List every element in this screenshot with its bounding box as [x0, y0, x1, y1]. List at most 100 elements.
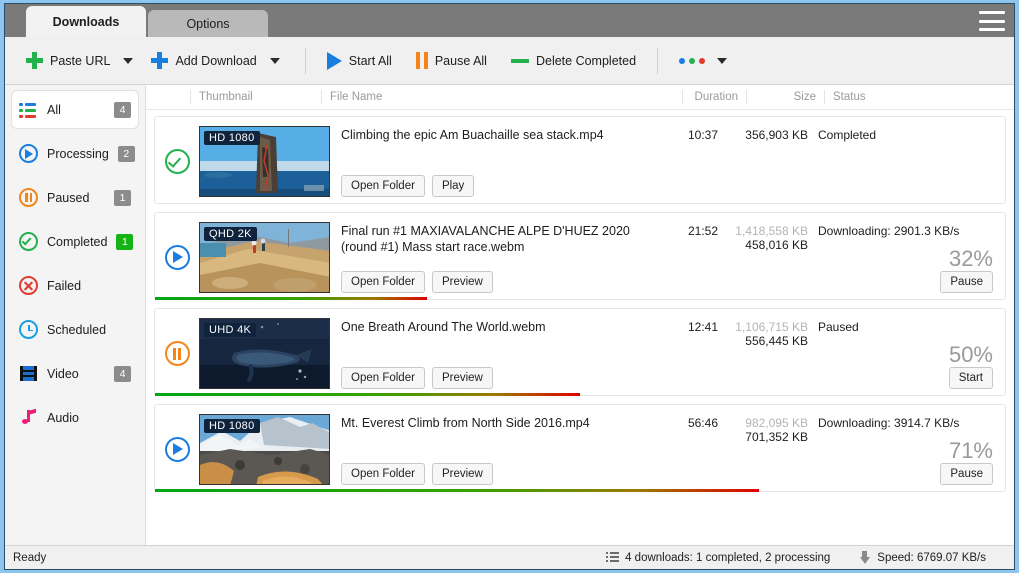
pause-icon[interactable] [164, 340, 190, 366]
sidebar-item-audio[interactable]: Audio [12, 399, 138, 436]
size-total: 356,903 KB [745, 128, 808, 142]
duration: 56:46 [687, 416, 718, 430]
sidebar-item-scheduled[interactable]: Scheduled [12, 311, 138, 348]
row-actions: Open Folder Play [341, 175, 475, 197]
pause-all-button[interactable]: Pause All [409, 47, 494, 74]
status-text: Completed [818, 128, 877, 142]
progress-bar [155, 489, 759, 492]
start-all-button[interactable]: Start All [320, 47, 399, 75]
film-icon [19, 364, 38, 383]
table-row[interactable]: HD 1080 Mt. Everest Climb from North Sid… [154, 404, 1006, 492]
status-cell: Completed [808, 126, 1005, 197]
row-state [155, 126, 199, 196]
sidebar-item-all[interactable]: All 4 [12, 91, 138, 128]
app-window: Downloads Options Paste URL Add Download… [4, 3, 1015, 570]
sidebar: All 4 Processing 2 Paused 1 Completed 1 … [5, 85, 146, 545]
file-name: One Breath Around The World.webm [341, 320, 546, 334]
download-list-panel: Thumbnail File Name Duration Size Status [146, 85, 1014, 545]
row-info: Climbing the epic Am Buachaille sea stac… [330, 126, 654, 197]
tab-strip: Downloads Options [5, 6, 268, 37]
column-header-file-name: File Name [321, 90, 682, 104]
sidebar-item-video[interactable]: Video 4 [12, 355, 138, 392]
check-icon [164, 148, 190, 174]
row-info: One Breath Around The World.webm Open Fo… [330, 318, 654, 389]
status-cell: Downloading: 2901.3 KB/s 32% Pause [808, 222, 1005, 293]
sidebar-item-completed[interactable]: Completed 1 [12, 223, 138, 260]
row-info: Final run #1 MAXIAVALANCHE ALPE D'HUEZ 2… [330, 222, 654, 293]
list-icon [606, 552, 620, 563]
tab-options[interactable]: Options [148, 10, 268, 37]
column-header-status: Status [824, 90, 1014, 104]
progress-bar [155, 297, 427, 300]
tab-downloads-label: Downloads [52, 14, 120, 29]
sidebar-item-audio-label: Audio [47, 410, 79, 425]
status-text: Downloading: 3914.7 KB/s [818, 416, 960, 430]
sidebar-item-all-label: All [47, 102, 61, 117]
progress-bar [155, 393, 580, 396]
duration: 21:52 [687, 224, 718, 238]
add-download-dropdown-icon[interactable] [269, 57, 280, 64]
start-button[interactable]: Start [948, 367, 993, 389]
preview-button[interactable]: Preview [431, 463, 493, 485]
check-icon [19, 232, 38, 251]
size-cell: 356,903 KB [718, 126, 808, 142]
preview-button[interactable]: Preview [431, 271, 493, 293]
error-icon [19, 276, 38, 295]
play-icon[interactable] [164, 436, 190, 462]
pause-button[interactable]: Pause [940, 463, 993, 485]
plus-icon [26, 52, 43, 69]
open-folder-button[interactable]: Open Folder [341, 175, 425, 197]
progress-percent: 71% [948, 438, 993, 463]
thumbnail[interactable]: HD 1080 [199, 126, 330, 197]
add-download-button[interactable]: Add Download [144, 47, 263, 74]
plus-icon [151, 52, 169, 69]
chevron-down-icon [717, 57, 728, 64]
open-folder-button[interactable]: Open Folder [341, 367, 425, 389]
progress-percent: 32% [948, 246, 993, 271]
sidebar-item-processing[interactable]: Processing 2 [12, 135, 138, 172]
table-row[interactable]: HD 1080 Climbing the epic Am Buachaille … [154, 116, 1006, 204]
row-info: Mt. Everest Climb from North Side 2016.m… [330, 414, 654, 485]
size-downloaded: 556,445 KB [745, 334, 808, 348]
open-folder-button[interactable]: Open Folder [341, 463, 425, 485]
file-name: Mt. Everest Climb from North Side 2016.m… [341, 416, 590, 430]
table-row[interactable]: UHD 4K One Breath Around The World.webm … [154, 308, 1006, 396]
sidebar-item-paused-badge: 1 [114, 189, 131, 206]
thumbnail[interactable]: HD 1080 [199, 414, 330, 485]
sidebar-item-failed-label: Failed [47, 278, 82, 293]
sidebar-item-video-label: Video [47, 366, 79, 381]
sidebar-item-paused-label: Paused [47, 190, 90, 205]
delete-completed-button[interactable]: Delete Completed [504, 49, 643, 73]
sidebar-item-processing-badge: 2 [117, 145, 135, 162]
open-folder-button[interactable]: Open Folder [341, 271, 425, 293]
play-icon [19, 144, 38, 163]
status-cell: Downloading: 3914.7 KB/s 71% Pause [808, 414, 1005, 485]
download-arrow-icon [858, 550, 871, 565]
size-total: 1,418,558 KB [735, 224, 808, 238]
tab-downloads[interactable]: Downloads [26, 6, 146, 37]
delete-completed-label: Delete Completed [535, 53, 637, 68]
thumbnail[interactable]: QHD 2K [199, 222, 330, 293]
paste-url-button[interactable]: Paste URL [19, 47, 117, 74]
size-total: 982,095 KB [745, 416, 808, 430]
minus-icon [510, 58, 529, 63]
more-options-button[interactable] [672, 53, 734, 69]
sidebar-item-failed[interactable]: Failed [12, 267, 138, 304]
play-button[interactable]: Play [431, 175, 475, 197]
preview-button[interactable]: Preview [431, 367, 493, 389]
toolbar-separator [304, 47, 306, 74]
play-icon[interactable] [164, 244, 190, 270]
paste-url-label: Paste URL [50, 53, 111, 68]
toolbar-separator [657, 47, 659, 74]
pause-all-label: Pause All [434, 53, 487, 68]
title-bar: Downloads Options [5, 4, 1014, 37]
row-actions: Open Folder Preview [341, 367, 493, 389]
pause-icon [415, 52, 428, 69]
thumbnail[interactable]: UHD 4K [199, 318, 330, 389]
pause-button[interactable]: Pause [940, 271, 993, 293]
table-row[interactable]: QHD 2K Final run #1 MAXIAVALANCHE ALPE D… [154, 212, 1006, 300]
column-header-duration: Duration [682, 90, 746, 104]
hamburger-icon[interactable] [979, 11, 1005, 31]
sidebar-item-paused[interactable]: Paused 1 [12, 179, 138, 216]
paste-url-dropdown-icon[interactable] [123, 57, 134, 64]
